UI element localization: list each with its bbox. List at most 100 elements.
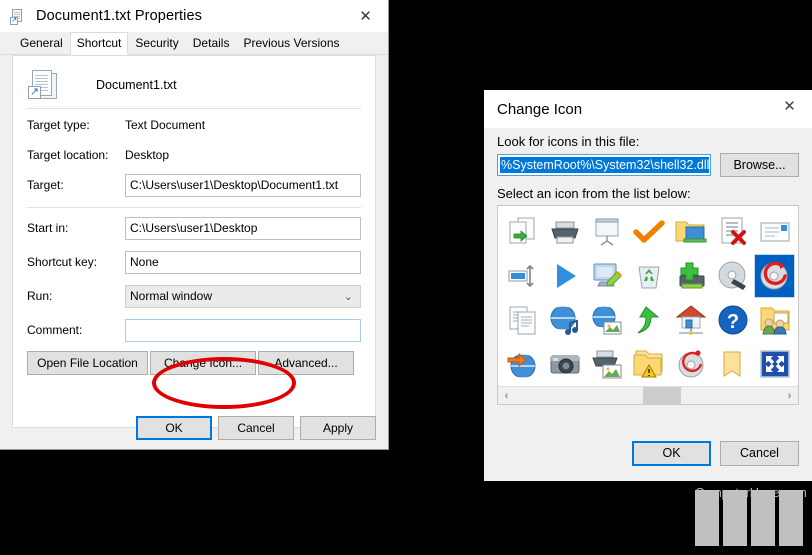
scrollbar-thumb[interactable]: [643, 387, 681, 404]
watermark: ComputerHope.com: [695, 485, 812, 555]
tab-security[interactable]: Security: [128, 32, 186, 54]
divider-middle: [27, 207, 361, 208]
icon-cell-document-delete[interactable]: [712, 210, 753, 254]
globe-orange-arrow-icon: [505, 352, 540, 379]
document-delete-icon: [721, 217, 746, 245]
comment-row: Comment:: [13, 316, 375, 344]
icon-cell-plain-folder[interactable]: [712, 342, 753, 386]
shortcut-tab-page: ↗ Document1.txt Target type: Text Docume…: [12, 55, 376, 428]
tab-shortcut[interactable]: Shortcut: [69, 32, 129, 55]
ok-button[interactable]: OK: [632, 440, 711, 466]
recycle-bin-icon: [637, 266, 660, 289]
globe-music-icon: [547, 305, 582, 335]
screen-root: ↗ Document1.txt Properties ✕ General Sho…: [0, 0, 812, 555]
icon-cell-documents-stack[interactable]: [502, 298, 543, 342]
run-dropdown[interactable]: Normal window ⌄: [125, 284, 361, 308]
icon-cell-green-up-arrow[interactable]: [628, 298, 669, 342]
icon-cell-resize-width[interactable]: [502, 254, 543, 298]
icon-cell-folder-network-share[interactable]: [670, 210, 711, 254]
icon-cell-camera[interactable]: [544, 342, 585, 386]
divider-top: [27, 108, 361, 109]
icon-cell-recycle-bin[interactable]: [628, 254, 669, 298]
change-icon-dialog: Change Icon ✕ Look for icons in this fil…: [484, 90, 812, 481]
browse-button[interactable]: Browse...: [720, 153, 799, 177]
icon-cell-globe-music[interactable]: [544, 298, 585, 342]
icon-cell-burn-disc-red[interactable]: [754, 254, 795, 298]
icon-list-scrollbar[interactable]: ‹ ›: [498, 386, 798, 404]
icon-cell-blue-question-help[interactable]: ?: [712, 298, 753, 342]
icon-cell-shared-folder-users[interactable]: [754, 298, 795, 342]
scroll-right-icon[interactable]: ›: [781, 390, 798, 402]
properties-tabstrip: General Shortcut Security Details Previo…: [0, 32, 388, 55]
printer-icon: [550, 221, 579, 244]
display-settings-pencil-icon: [593, 263, 622, 287]
close-icon[interactable]: ✕: [343, 0, 388, 32]
icon-cell-users-group[interactable]: [796, 210, 798, 254]
properties-dialog: ↗ Document1.txt Properties ✕ General Sho…: [0, 0, 389, 450]
icon-cell-globe-picture[interactable]: [586, 298, 627, 342]
change-icon-title: Change Icon: [497, 100, 583, 118]
shortcut-key-input[interactable]: [125, 250, 361, 274]
icon-cell-disc-with-usb[interactable]: [712, 254, 753, 298]
icon-file-row: %SystemRoot%\System32\shell32.dll Browse…: [484, 153, 812, 177]
icon-cell-projector-screen[interactable]: [586, 210, 627, 254]
icon-cell-computer-display[interactable]: [796, 254, 798, 298]
icon-cell-envelope-mail[interactable]: [754, 210, 795, 254]
change-icon-button[interactable]: Change Icon...: [150, 351, 256, 375]
copy-file-to-icon: [509, 217, 534, 244]
green-up-arrow-icon: [637, 306, 659, 334]
icon-cell-fullscreen-arrows[interactable]: [754, 342, 795, 386]
icon-cell-orange-checkmark[interactable]: [628, 210, 669, 254]
plain-folder-icon: [723, 351, 740, 377]
icon-cell-copy-file-to[interactable]: [502, 210, 543, 254]
cancel-button[interactable]: Cancel: [720, 440, 799, 466]
icon-cell-globe-orange-arrow[interactable]: [502, 342, 543, 386]
ok-button[interactable]: OK: [136, 416, 212, 440]
icon-cell-home-network[interactable]: [670, 298, 711, 342]
target-input[interactable]: [125, 173, 361, 197]
properties-footer: OK Cancel Apply: [0, 407, 389, 449]
shortcut-file-name: Document1.txt: [96, 78, 177, 92]
blue-question-help-icon: ?: [718, 305, 747, 335]
burn-disc-red-icon: [760, 261, 787, 290]
cancel-button[interactable]: Cancel: [218, 416, 294, 440]
printer-photo-icon: [591, 350, 621, 379]
icon-cell-disc-drive[interactable]: [796, 298, 798, 342]
start-in-input[interactable]: [125, 216, 361, 240]
run-row: Run: Normal window ⌄: [13, 282, 375, 310]
target-location-value: Desktop: [125, 148, 170, 162]
comment-input[interactable]: [125, 318, 361, 342]
document-shortcut-icon: ↗: [10, 8, 26, 25]
shortcut-key-row: Shortcut key:: [13, 248, 375, 276]
icon-file-input[interactable]: %SystemRoot%\System32\shell32.dll: [497, 154, 711, 176]
icon-cell-display-settings-pencil[interactable]: [586, 254, 627, 298]
run-label: Run:: [27, 289, 53, 303]
shortcut-action-buttons: Open File Location Change Icon... Advanc…: [13, 351, 375, 375]
scroll-left-icon[interactable]: ‹: [498, 390, 515, 402]
tab-details[interactable]: Details: [185, 32, 237, 54]
icon-list[interactable]: ? ‹ ›: [497, 205, 799, 405]
icon-cell-folder-warning[interactable]: [628, 342, 669, 386]
comment-label: Comment:: [27, 323, 83, 337]
icon-cell-printer-scanner[interactable]: [796, 342, 798, 386]
advanced-button[interactable]: Advanced...: [258, 351, 354, 375]
camera-icon: [550, 355, 579, 374]
icon-cell-printer[interactable]: [544, 210, 585, 254]
tab-general[interactable]: General: [13, 32, 70, 54]
icon-cell-printer-photo[interactable]: [586, 342, 627, 386]
projector-screen-icon: [595, 218, 618, 246]
icon-file-value: %SystemRoot%\System32\shell32.dll: [500, 157, 710, 173]
icon-cell-disc-record[interactable]: [670, 342, 711, 386]
apply-button[interactable]: Apply: [300, 416, 376, 440]
select-icon-label: Select an icon from the list below:: [497, 186, 691, 201]
icon-cell-add-drive-green-plus[interactable]: [670, 254, 711, 298]
folder-warning-icon: [633, 350, 662, 378]
scrollbar-track[interactable]: [515, 387, 781, 404]
open-file-location-button[interactable]: Open File Location: [27, 351, 148, 375]
documents-stack-icon: [509, 306, 535, 335]
icon-grid: ?: [498, 206, 798, 386]
envelope-mail-icon: [760, 222, 789, 242]
icon-cell-blue-play-triangle[interactable]: [544, 254, 585, 298]
tab-previous-versions[interactable]: Previous Versions: [236, 32, 347, 54]
close-icon[interactable]: ✕: [767, 90, 812, 122]
